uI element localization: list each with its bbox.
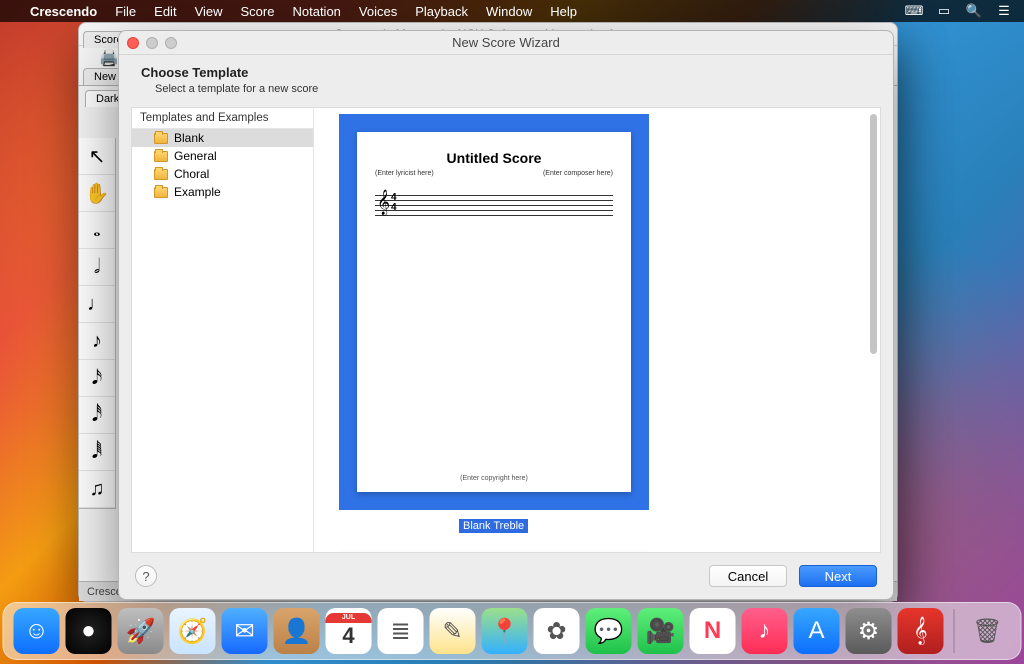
menu-notation[interactable]: Notation xyxy=(292,4,340,19)
tool-whole-note[interactable]: 𝅝 xyxy=(79,212,115,249)
wizard-titlebar[interactable]: New Score Wizard xyxy=(119,31,893,55)
tool-thirtysecond-note[interactable]: 𝅘𝅥𝅰 xyxy=(79,397,115,434)
dock-siri-icon[interactable]: ● xyxy=(66,608,112,654)
dock-calendar-icon[interactable]: JUL4 xyxy=(326,608,372,654)
score-page-preview: Untitled Score (Enter lyricist here) (En… xyxy=(357,132,631,492)
control-center-icon[interactable]: ☰ xyxy=(996,3,1012,19)
tree-item-general[interactable]: General xyxy=(132,147,313,165)
tree-label: General xyxy=(174,149,217,163)
cancel-button[interactable]: Cancel xyxy=(709,565,787,587)
lyricist-placeholder: (Enter lyricist here) xyxy=(375,170,434,177)
tool-sixtyfourth-note[interactable]: 𝅘𝅥𝅱 xyxy=(79,434,115,471)
wizard-footer: ? Cancel Next xyxy=(119,553,893,599)
tree-label: Example xyxy=(174,185,221,199)
folder-icon xyxy=(154,187,168,198)
dock-facetime-icon[interactable]: 🎥 xyxy=(638,608,684,654)
menu-score[interactable]: Score xyxy=(241,4,275,19)
tree-label: Choral xyxy=(174,167,209,181)
tree-item-choral[interactable]: Choral xyxy=(132,165,313,183)
wizard-header: Choose Template Select a template for a … xyxy=(119,55,893,107)
tree-item-blank[interactable]: Blank xyxy=(132,129,313,147)
template-tree: Templates and Examples Blank General Cho… xyxy=(132,108,314,552)
spotlight-icon[interactable]: 🔍 xyxy=(966,3,982,19)
app-menu[interactable]: Crescendo xyxy=(30,4,97,19)
menu-file[interactable]: File xyxy=(115,4,136,19)
dock-appstore-icon[interactable]: A xyxy=(794,608,840,654)
copyright-placeholder: (Enter copyright here) xyxy=(357,475,631,482)
treble-clef-icon: 𝄞 xyxy=(377,191,390,213)
folder-icon xyxy=(154,151,168,162)
menu-help[interactable]: Help xyxy=(550,4,577,19)
tree-item-example[interactable]: Example xyxy=(132,183,313,201)
help-button[interactable]: ? xyxy=(135,565,157,587)
menu-window[interactable]: Window xyxy=(486,4,532,19)
wizard-heading: Choose Template xyxy=(141,65,871,80)
dock-mail-icon[interactable]: ✉ xyxy=(222,608,268,654)
maximize-icon xyxy=(165,37,177,49)
dock-notes-icon[interactable]: ✎ xyxy=(430,608,476,654)
wizard-title: New Score Wizard xyxy=(452,35,560,50)
dock-maps-icon[interactable]: 📍 xyxy=(482,608,528,654)
dock-crescendo-icon[interactable]: 𝄞 xyxy=(898,608,944,654)
tool-beamed-notes[interactable]: ♫ xyxy=(79,471,115,508)
dock-music-icon[interactable]: ♪ xyxy=(742,608,788,654)
tool-quarter-note[interactable]: ♩ xyxy=(79,286,115,323)
template-name-label: Blank Treble xyxy=(459,519,528,533)
dock-news-icon[interactable]: N xyxy=(690,608,736,654)
macos-menubar: Crescendo File Edit View Score Notation … xyxy=(0,0,1024,22)
tool-hand[interactable]: ✋ xyxy=(79,175,115,212)
next-button[interactable]: Next xyxy=(799,565,877,587)
dock-contacts-icon[interactable]: 👤 xyxy=(274,608,320,654)
staff-treble: 𝄞 4 4 xyxy=(375,195,613,219)
note-palette: ↖ ✋ 𝅝 𝅗𝅥 ♩ ♪ 𝅘𝅥𝅯 𝅘𝅥𝅰 𝅘𝅥𝅱 ♫ xyxy=(78,138,116,509)
minimize-icon xyxy=(146,37,158,49)
tool-eighth-note[interactable]: ♪ xyxy=(79,323,115,360)
tool-pointer[interactable]: ↖ xyxy=(79,138,115,175)
template-thumbnail-selected[interactable]: Untitled Score (Enter lyricist here) (En… xyxy=(339,114,649,510)
menu-edit[interactable]: Edit xyxy=(154,4,176,19)
dock-photos-icon[interactable]: ✿ xyxy=(534,608,580,654)
time-signature: 4 4 xyxy=(391,193,397,213)
dock-messages-icon[interactable]: 💬 xyxy=(586,608,632,654)
dock-safari-icon[interactable]: 🧭 xyxy=(170,608,216,654)
dock-separator xyxy=(954,609,955,653)
dock-launchpad-icon[interactable]: 🚀 xyxy=(118,608,164,654)
dock-settings-icon[interactable]: ⚙ xyxy=(846,608,892,654)
macos-dock: ☺●🚀🧭✉👤JUL4≣✎📍✿💬🎥N♪A⚙𝄞 🗑 xyxy=(3,602,1022,660)
screen-mirroring-icon[interactable]: ▭ xyxy=(936,3,952,19)
menu-playback[interactable]: Playback xyxy=(415,4,468,19)
dock-trash-icon[interactable]: 🗑 xyxy=(965,608,1011,654)
template-preview-area[interactable]: Untitled Score (Enter lyricist here) (En… xyxy=(314,108,880,552)
folder-icon xyxy=(154,169,168,180)
close-icon[interactable] xyxy=(127,37,139,49)
wizard-subheading: Select a template for a new score xyxy=(155,83,871,95)
menu-view[interactable]: View xyxy=(195,4,223,19)
dock-reminders-icon[interactable]: ≣ xyxy=(378,608,424,654)
tree-label: Blank xyxy=(174,131,204,145)
menu-voices[interactable]: Voices xyxy=(359,4,397,19)
keyboard-input-icon[interactable]: ⌨︎ xyxy=(906,3,922,19)
tree-header: Templates and Examples xyxy=(132,108,313,129)
tool-sixteenth-note[interactable]: 𝅘𝅥𝅯 xyxy=(79,360,115,397)
new-score-wizard-window: New Score Wizard Choose Template Select … xyxy=(118,30,894,600)
dock-finder-icon[interactable]: ☺ xyxy=(14,608,60,654)
score-title: Untitled Score xyxy=(375,150,613,166)
folder-icon xyxy=(154,133,168,144)
composer-placeholder: (Enter composer here) xyxy=(543,170,613,177)
scrollbar-thumb[interactable] xyxy=(870,114,877,354)
tool-half-note[interactable]: 𝅗𝅥 xyxy=(79,249,115,286)
